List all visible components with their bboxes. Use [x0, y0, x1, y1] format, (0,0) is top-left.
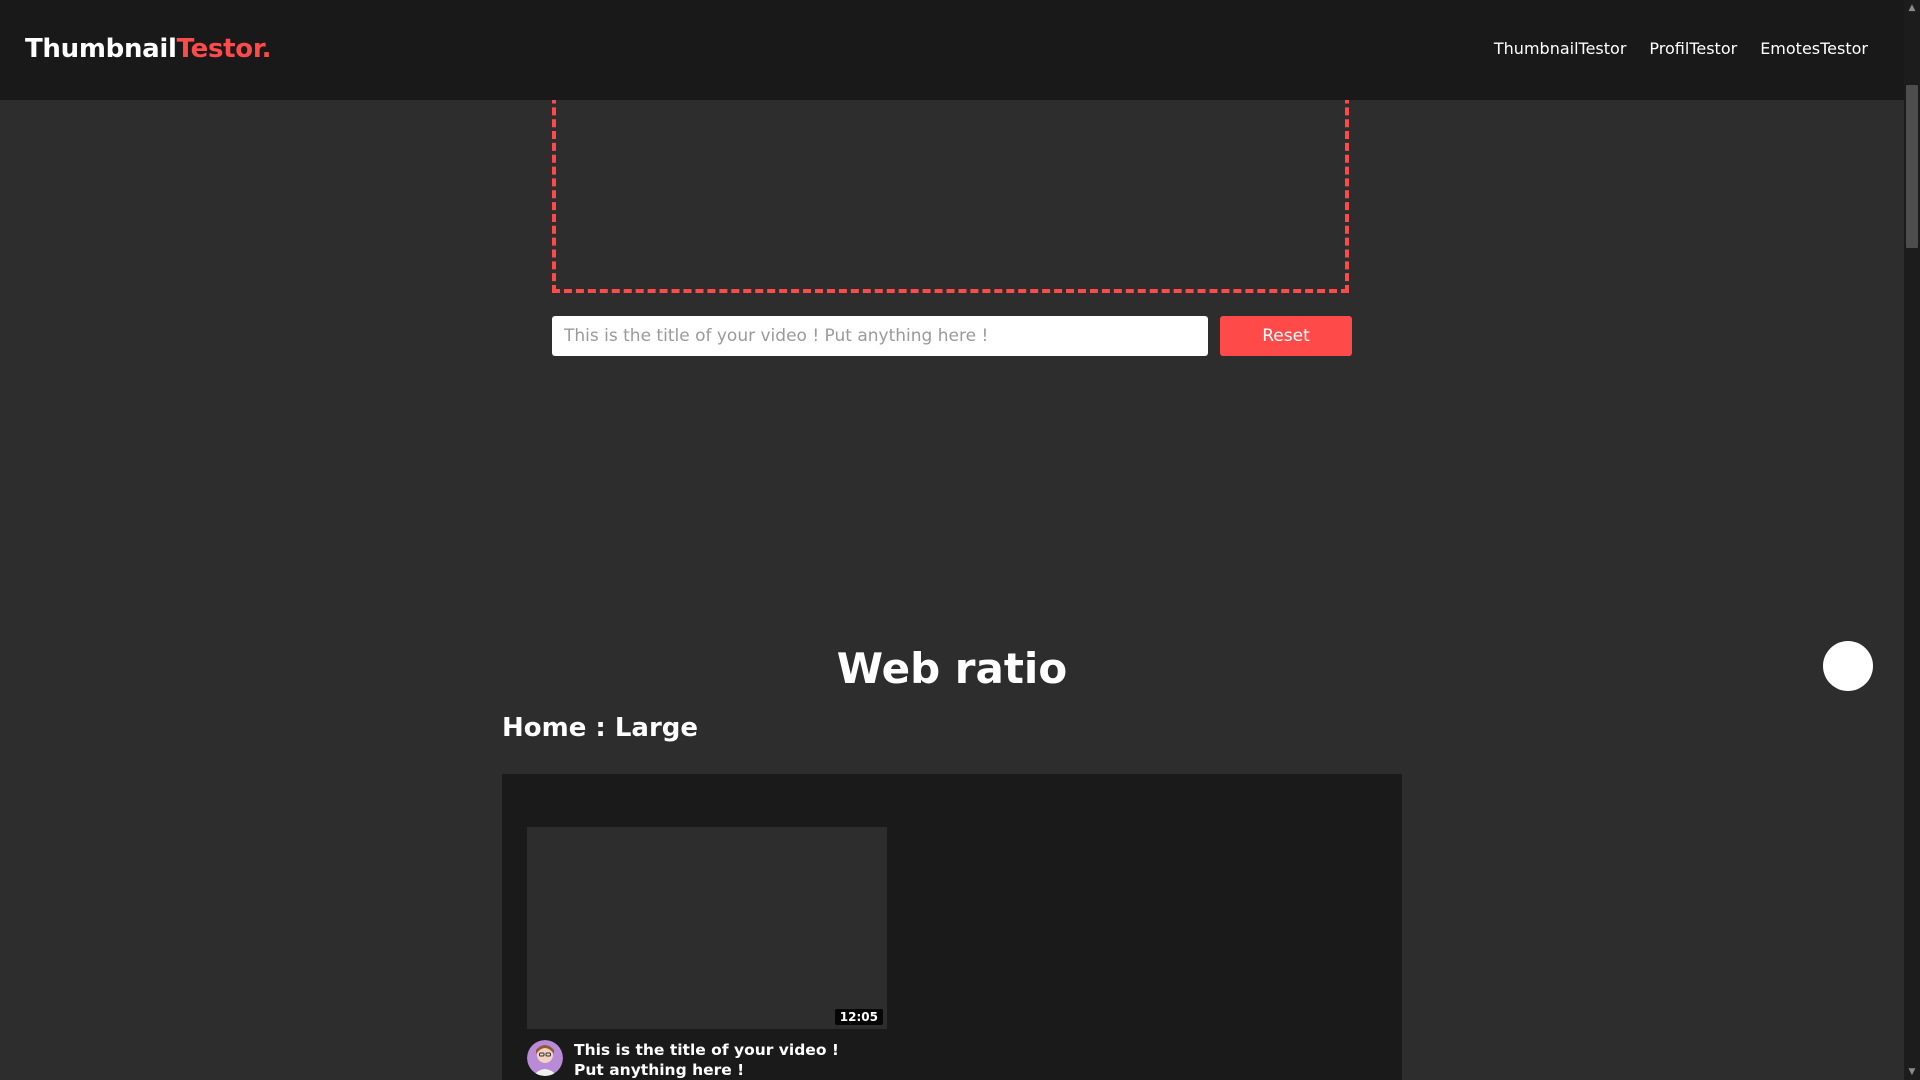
- logo-accent-text: Testor.: [176, 34, 272, 64]
- chevron-down-icon[interactable]: ▼: [1904, 1064, 1920, 1080]
- scrollbar-thumb[interactable]: [1906, 85, 1918, 248]
- main-nav: ThumbnailTestor ProfilTestor EmotesTesto…: [1494, 39, 1868, 58]
- video-duration-badge: 12:05: [834, 1009, 883, 1025]
- video-thumbnail-preview[interactable]: 12:05: [527, 827, 887, 1029]
- top-navbar: ThumbnailTestor. ThumbnailTestor ProfilT…: [0, 0, 1904, 100]
- section-subtitle: Home : Large: [502, 713, 699, 743]
- home-large-preview-panel: 12:05 This is the title of your video ! …: [502, 774, 1402, 1080]
- chevron-up-icon[interactable]: ▲: [1904, 0, 1920, 16]
- site-logo[interactable]: ThumbnailTestor.: [25, 34, 272, 64]
- section-title: Web ratio: [836, 644, 1068, 693]
- reset-button[interactable]: Reset: [1220, 316, 1352, 356]
- floating-action-button[interactable]: [1823, 641, 1873, 691]
- nav-link-profiltestor[interactable]: ProfilTestor: [1649, 39, 1737, 58]
- page-scrollbar[interactable]: ▲ ▼: [1904, 0, 1920, 1080]
- channel-avatar-icon[interactable]: [527, 1040, 563, 1076]
- nav-link-emotestestor[interactable]: EmotesTestor: [1760, 39, 1868, 58]
- nav-link-thumbnailtestor[interactable]: ThumbnailTestor: [1494, 39, 1627, 58]
- video-title-input[interactable]: [552, 316, 1208, 356]
- logo-main-text: Thumbnail: [25, 34, 177, 64]
- avatar-illustration: [527, 1040, 563, 1076]
- video-title-preview[interactable]: This is the title of your video ! Put an…: [574, 1040, 864, 1080]
